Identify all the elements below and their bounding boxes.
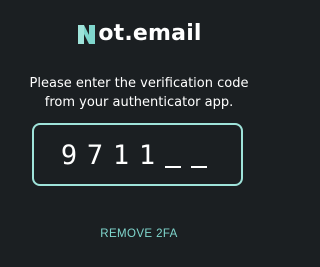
code-digit: 1 xyxy=(138,140,156,171)
code-digits: 9 7 1 1 xyxy=(56,141,212,171)
remove-2fa-link[interactable]: REMOVE 2FA xyxy=(0,228,278,240)
brand-logo: ot.email xyxy=(0,22,278,46)
code-digit: 1 xyxy=(112,140,130,171)
code-empty-slot xyxy=(160,141,186,171)
notemail-n-logo-icon xyxy=(78,24,96,44)
code-digit: 9 xyxy=(60,140,78,171)
verification-code-input[interactable]: 9 7 1 1 xyxy=(32,123,243,186)
verification-prompt: Please enter the verification code from … xyxy=(0,74,278,112)
prompt-line-2: from your authenticator app. xyxy=(44,95,234,110)
code-empty-slot xyxy=(186,141,212,171)
prompt-line-1: Please enter the verification code xyxy=(29,76,249,91)
code-digit: 7 xyxy=(86,140,104,171)
brand-name: ot.email xyxy=(98,21,202,46)
